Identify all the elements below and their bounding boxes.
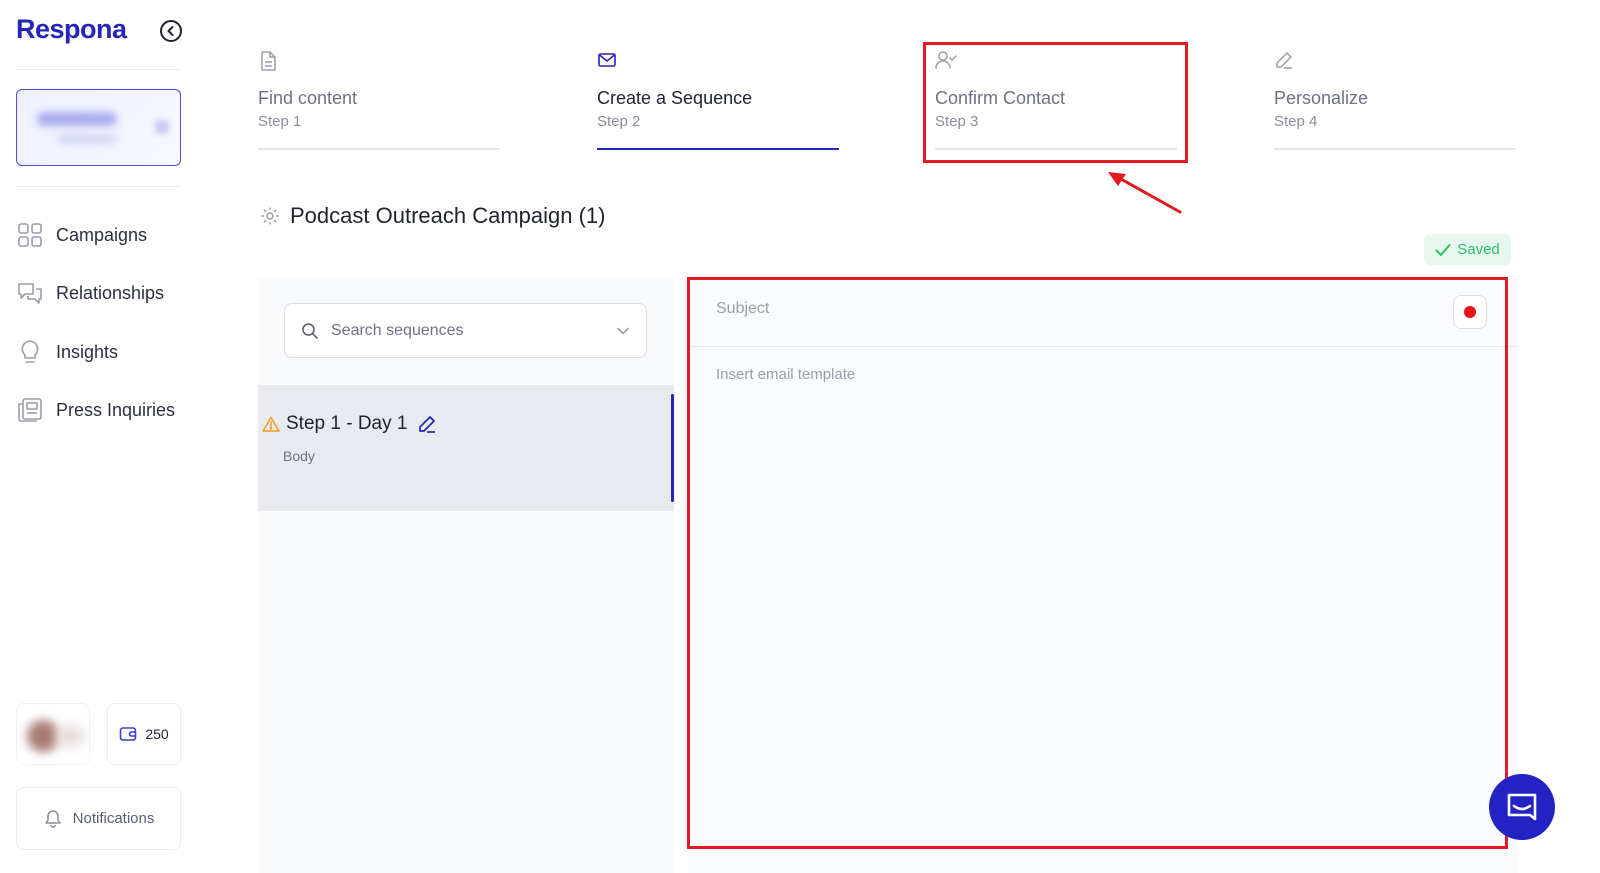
newspaper-icon	[18, 398, 42, 422]
sequence-list-panel: Step 1 - Day 1 Body	[258, 278, 674, 873]
edit-pen-icon[interactable]	[417, 414, 437, 434]
sequence-step-title: Step 1 - Day 1	[286, 413, 408, 434]
step-number: Step 1	[258, 113, 302, 130]
step-title: Personalize	[1274, 88, 1369, 108]
credits-count: 250	[145, 726, 169, 742]
search-icon	[302, 322, 318, 339]
wallet-icon	[120, 727, 137, 741]
annotation-highlight-step	[923, 42, 1188, 163]
saved-label: Saved	[1457, 241, 1500, 258]
nav-label: Insights	[56, 341, 119, 362]
annotation-highlight-editor	[687, 277, 1508, 849]
step-create-sequence[interactable]: Create a Sequence Step 2	[597, 48, 839, 152]
warning-icon	[262, 416, 280, 432]
step-number: Step 2	[597, 113, 641, 130]
bell-icon	[44, 809, 61, 828]
grid-icon	[18, 223, 42, 247]
campaign-title: Podcast Outreach Campaign (1)	[260, 203, 606, 229]
step-find-content[interactable]: Find content Step 1	[258, 48, 500, 152]
chat-bubbles-icon	[18, 283, 42, 304]
step-personalize[interactable]: Personalize Step 4	[1274, 48, 1516, 152]
nav-item-relationships[interactable]: Relationships	[16, 278, 164, 308]
nav-label: Campaigns	[56, 224, 148, 245]
step-progress-bar	[1274, 148, 1516, 150]
sidebar: Respona Campaigns Relationships Insights…	[0, 0, 200, 873]
search-input[interactable]	[331, 321, 604, 340]
pen-icon	[1276, 52, 1292, 69]
divider	[16, 69, 180, 70]
support-chat-button[interactable]	[1489, 774, 1555, 840]
check-icon	[1435, 243, 1451, 256]
sequence-step-item[interactable]: Step 1 - Day 1 Body	[258, 385, 674, 511]
workspace-switcher[interactable]	[16, 89, 181, 166]
nav-item-campaigns[interactable]: Campaigns	[16, 220, 147, 250]
step-number: Step 4	[1274, 113, 1318, 130]
nav-label: Relationships	[56, 282, 165, 303]
nav-item-insights[interactable]: Insights	[16, 337, 118, 367]
divider	[16, 186, 180, 187]
lightbulb-icon	[21, 340, 39, 363]
notifications-label: Notifications	[72, 810, 155, 827]
sequence-step-sub: Body	[283, 448, 315, 464]
nav-item-press-inquiries[interactable]: Press Inquiries	[16, 395, 175, 425]
saved-status-badge: Saved	[1424, 234, 1511, 265]
nav-label: Press Inquiries	[56, 399, 176, 420]
step-progress-bar	[597, 148, 839, 150]
step-progress-bar	[258, 148, 500, 150]
sequence-step-title-row: Step 1 - Day 1	[262, 413, 437, 435]
envelope-icon	[598, 53, 616, 67]
chevron-down-icon[interactable]	[616, 324, 630, 338]
document-icon	[261, 51, 276, 71]
campaign-name: Podcast Outreach Campaign (1)	[290, 203, 606, 228]
collapse-sidebar-button[interactable]	[160, 20, 182, 42]
step-title: Create a Sequence	[597, 88, 753, 108]
credits-badge[interactable]: 250	[107, 703, 181, 765]
chevron-left-icon	[167, 26, 174, 36]
user-avatar[interactable]	[16, 703, 90, 765]
respona-logo[interactable]: Respona	[16, 14, 127, 45]
chat-icon	[1507, 793, 1537, 821]
search-sequences[interactable]	[284, 303, 647, 358]
annotation-arrow-icon	[1108, 172, 1182, 214]
gear-icon[interactable]	[260, 206, 280, 226]
notifications-button[interactable]: Notifications	[16, 787, 181, 850]
active-indicator	[671, 394, 674, 502]
step-title: Find content	[258, 88, 358, 108]
